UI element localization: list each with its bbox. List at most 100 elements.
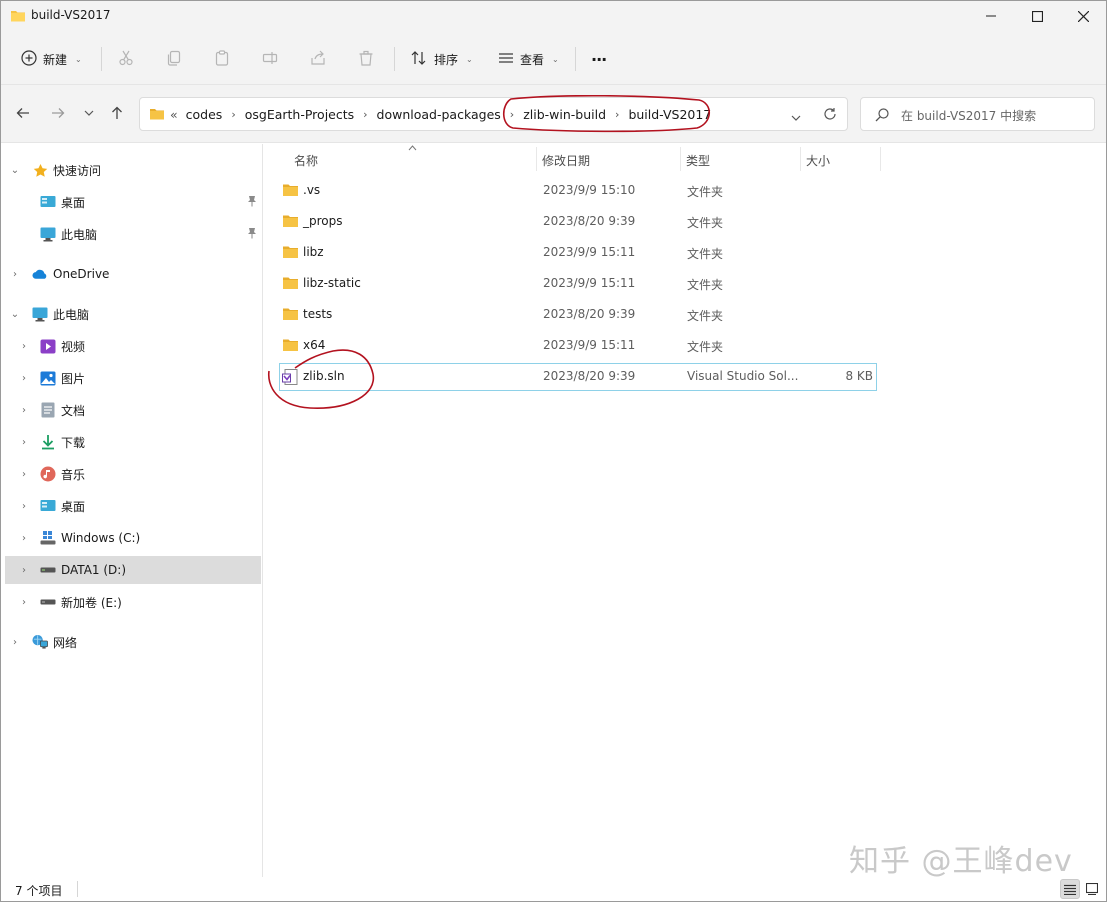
file-type: 文件夹 xyxy=(687,185,724,199)
large-icons-view-button[interactable] xyxy=(1082,879,1102,899)
column-divider[interactable] xyxy=(680,147,681,171)
column-divider[interactable] xyxy=(800,147,801,171)
file-row-selected[interactable]: zlib.sln 2023/8/20 9:39 Visual Studio So… xyxy=(279,363,877,391)
back-button[interactable] xyxy=(12,101,34,125)
file-row[interactable]: tests 2023/8/20 9:39 文件夹 xyxy=(279,301,877,329)
minimize-button[interactable] xyxy=(968,1,1014,31)
address-bar[interactable]: « codes › osgEarth-Projects › download-p… xyxy=(139,97,848,131)
sidebar-item-pictures[interactable]: › 图片 xyxy=(5,364,261,392)
chevron-right-icon[interactable]: › xyxy=(18,597,30,608)
chevron-down-icon[interactable]: ⌄ xyxy=(9,309,21,320)
navigation-bar: « codes › osgEarth-Projects › download-p… xyxy=(1,85,1106,143)
column-header-size[interactable]: 大小 xyxy=(806,147,830,173)
chevron-right-icon[interactable]: › xyxy=(18,501,30,512)
navigation-pane: ⌄ 快速访问 桌面 此电脑 › OneDrive ⌄ 此电脑 › 视频 › 图片… xyxy=(1,144,263,877)
pin-icon[interactable] xyxy=(247,195,257,210)
file-type: 文件夹 xyxy=(687,278,724,292)
chevron-right-icon[interactable]: › xyxy=(18,341,30,352)
column-divider[interactable] xyxy=(880,147,881,171)
column-divider[interactable] xyxy=(536,147,537,171)
copy-button[interactable] xyxy=(166,45,182,73)
pin-icon[interactable] xyxy=(247,227,257,242)
folder-icon xyxy=(282,183,299,200)
maximize-button[interactable] xyxy=(1014,1,1060,31)
up-button[interactable] xyxy=(106,101,128,125)
details-view-button[interactable] xyxy=(1060,879,1080,899)
scissors-icon xyxy=(118,50,134,69)
refresh-icon[interactable] xyxy=(823,107,837,124)
sidebar-item-this-pc-pinned[interactable]: 此电脑 xyxy=(5,220,261,248)
explorer-window: build-VS2017 新建 ⌄ 排序 ⌄ 查看 ⌄ ··· « codes … xyxy=(0,0,1107,902)
sidebar-item-label: 桌面 xyxy=(61,499,86,514)
chevron-right-icon[interactable]: › xyxy=(231,108,235,121)
breadcrumb-codes[interactable]: codes xyxy=(186,107,223,122)
chevron-down-icon: ⌄ xyxy=(466,54,473,64)
sidebar-item-this-pc[interactable]: ⌄ 此电脑 xyxy=(5,300,261,328)
clipboard-icon xyxy=(214,49,230,69)
sidebar-item-onedrive[interactable]: › OneDrive xyxy=(5,260,261,288)
cut-button[interactable] xyxy=(118,45,134,73)
sidebar-item-documents[interactable]: › 文档 xyxy=(5,396,261,424)
forward-button[interactable] xyxy=(47,101,69,125)
network-icon xyxy=(32,634,48,650)
chevron-right-icon[interactable]: › xyxy=(18,469,30,480)
file-modified: 2023/8/20 9:39 xyxy=(543,369,636,383)
sidebar-item-network[interactable]: › 网络 xyxy=(5,628,261,656)
file-name: libz xyxy=(303,245,324,259)
file-row[interactable]: libz-static 2023/9/9 15:11 文件夹 xyxy=(279,270,877,298)
column-header-type[interactable]: 类型 xyxy=(686,147,710,173)
chevron-right-icon[interactable]: › xyxy=(9,637,21,648)
pictures-icon xyxy=(40,370,56,386)
close-button[interactable] xyxy=(1060,1,1106,31)
chevron-right-icon[interactable]: › xyxy=(510,108,514,121)
file-row[interactable]: libz 2023/9/9 15:11 文件夹 xyxy=(279,239,877,267)
column-header-name[interactable]: 名称 xyxy=(294,147,318,173)
file-row[interactable]: x64 2023/9/9 15:11 文件夹 xyxy=(279,332,877,360)
sidebar-item-videos[interactable]: › 视频 xyxy=(5,332,261,360)
column-header-modified[interactable]: 修改日期 xyxy=(542,147,590,173)
chevron-down-icon[interactable]: ⌄ xyxy=(9,165,21,176)
chevron-right-icon[interactable]: › xyxy=(18,405,30,416)
file-modified: 2023/9/9 15:11 xyxy=(543,276,636,290)
breadcrumb-build-vs2017[interactable]: build-VS2017 xyxy=(628,107,711,122)
chevron-right-icon[interactable]: › xyxy=(18,373,30,384)
chevron-right-icon[interactable]: › xyxy=(9,269,21,280)
more-options-button[interactable]: ··· xyxy=(591,45,607,73)
breadcrumb-zlib-win-build[interactable]: zlib-win-build xyxy=(523,107,606,122)
file-row[interactable]: _props 2023/8/20 9:39 文件夹 xyxy=(279,208,877,236)
sidebar-item-drive-e[interactable]: › 新加卷 (E:) xyxy=(5,588,261,616)
search-box[interactable]: 在 build-VS2017 中搜索 xyxy=(860,97,1095,131)
view-button[interactable]: 查看 ⌄ xyxy=(498,45,559,73)
recent-locations-button[interactable] xyxy=(78,101,100,125)
breadcrumb-download-packages[interactable]: download-packages xyxy=(377,107,501,122)
vs-solution-icon xyxy=(282,369,298,388)
toolbar-divider xyxy=(394,47,395,71)
delete-button[interactable] xyxy=(358,45,374,73)
chevron-right-icon[interactable]: › xyxy=(18,437,30,448)
chevron-right-icon[interactable]: › xyxy=(615,108,619,121)
breadcrumb-overflow[interactable]: « xyxy=(170,107,178,122)
status-divider xyxy=(77,881,78,897)
chevron-right-icon[interactable]: › xyxy=(18,565,30,576)
file-row[interactable]: .vs 2023/9/9 15:10 文件夹 xyxy=(279,177,877,205)
sidebar-item-label: Windows (C:) xyxy=(61,531,141,545)
address-history-button[interactable] xyxy=(791,110,801,124)
sidebar-item-desktop-pc[interactable]: › 桌面 xyxy=(5,492,261,520)
chevron-right-icon[interactable]: › xyxy=(18,533,30,544)
rename-button[interactable] xyxy=(262,45,278,73)
chevron-right-icon[interactable]: › xyxy=(363,108,367,121)
title-bar[interactable]: build-VS2017 xyxy=(1,1,1106,31)
breadcrumb-osgearth-projects[interactable]: osgEarth-Projects xyxy=(245,107,354,122)
sidebar-item-drive-d[interactable]: › DATA1 (D:) xyxy=(5,556,261,584)
sidebar-item-music[interactable]: › 音乐 xyxy=(5,460,261,488)
paste-button[interactable] xyxy=(214,45,230,73)
trash-icon xyxy=(358,50,374,69)
sidebar-item-downloads[interactable]: › 下载 xyxy=(5,428,261,456)
sort-button[interactable]: 排序 ⌄ xyxy=(410,45,473,73)
sidebar-item-desktop[interactable]: 桌面 xyxy=(5,188,261,216)
share-button[interactable] xyxy=(310,45,326,73)
share-icon xyxy=(310,50,326,69)
sidebar-item-drive-c[interactable]: › Windows (C:) xyxy=(5,524,261,552)
new-button[interactable]: 新建 ⌄ xyxy=(21,45,82,73)
sidebar-item-quick-access[interactable]: ⌄ 快速访问 xyxy=(5,156,261,184)
